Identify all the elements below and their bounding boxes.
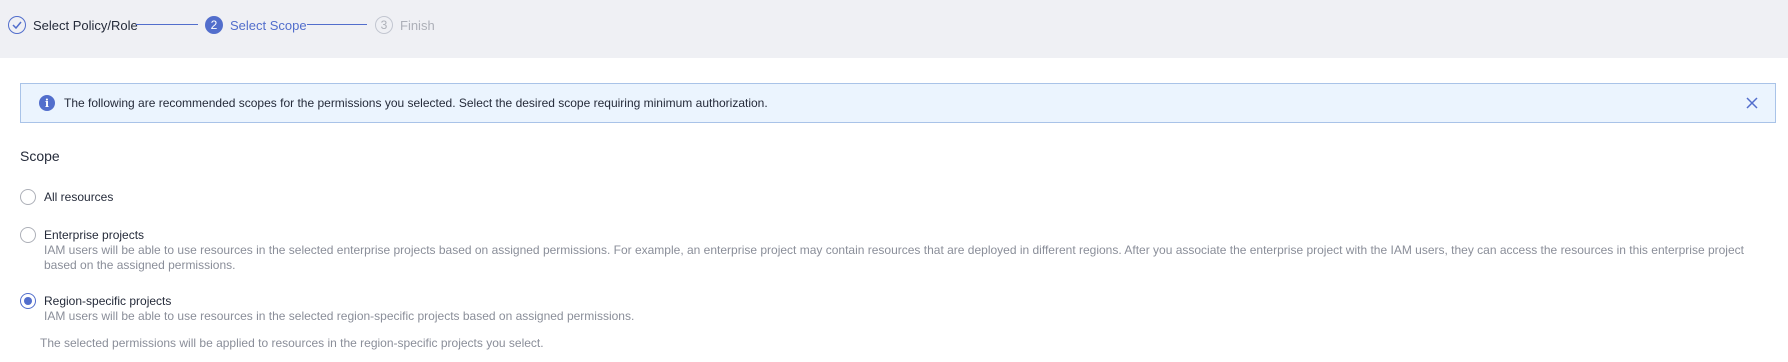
step-number: 3 [375,16,393,34]
step-connector [307,24,367,25]
scope-option-region-specific-projects[interactable]: Region-specific projects IAM users will … [20,293,1764,324]
radio-region-specific-projects[interactable] [20,293,36,309]
radio-all-resources[interactable] [20,189,36,205]
option-label: Enterprise projects [44,228,145,242]
close-icon[interactable] [1745,96,1759,110]
step-select-scope: 2 Select Scope [205,14,307,36]
option-description: IAM users will be able to use resources … [44,309,635,323]
radio-dot [24,297,32,305]
radio-enterprise-projects[interactable] [20,227,36,243]
option-label: Region-specific projects [44,294,172,308]
step-connector [136,24,198,25]
step-number: 2 [205,16,223,34]
step-select-policy: Select Policy/Role [8,14,138,36]
scope-option-all-resources[interactable]: All resources [20,189,1764,205]
scope-option-enterprise-projects[interactable]: Enterprise projects IAM users will be ab… [20,227,1764,273]
scope-note: The selected permissions will be applied… [40,336,544,350]
step-label: Finish [400,17,435,33]
check-icon [8,16,26,34]
option-label: All resources [44,190,114,204]
scope-title: Scope [20,148,60,164]
step-finish: 3 Finish [375,14,435,36]
step-bar: Select Policy/Role 2 Select Scope 3 Fini… [0,0,1788,58]
info-alert: i The following are recommended scopes f… [20,83,1776,123]
info-icon: i [39,95,55,111]
option-description: IAM users will be able to use resources … [44,243,1744,272]
alert-text: The following are recommended scopes for… [64,96,768,110]
step-label: Select Policy/Role [33,17,138,33]
step-label: Select Scope [230,17,307,33]
